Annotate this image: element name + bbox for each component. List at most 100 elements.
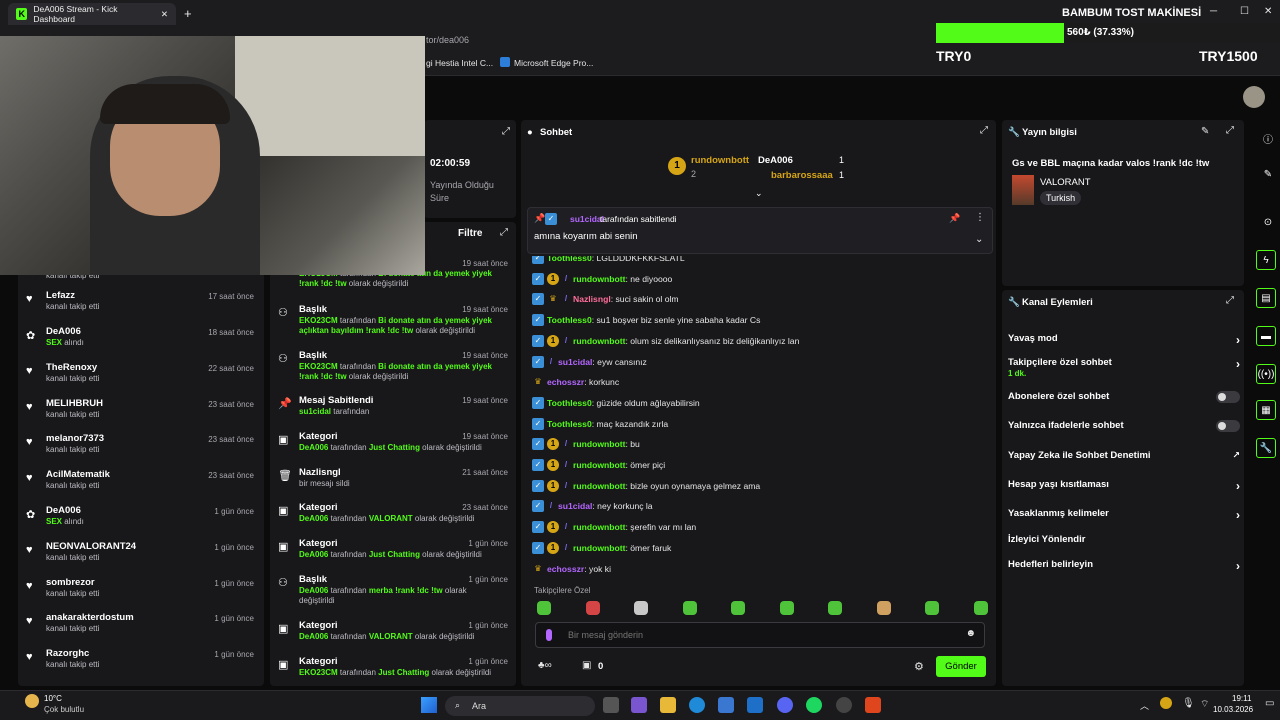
file-explorer-icon[interactable] [660,697,676,713]
follower-name[interactable]: NEONVALORANT24 [46,541,136,552]
notification-icon[interactable]: ▭ [1265,698,1274,709]
expand-icon[interactable]: ⤢ [980,125,988,136]
message-input[interactable] [568,628,948,642]
expand-icon[interactable]: ⤢ [1226,295,1234,306]
activity-user[interactable]: DeA006 [299,514,328,523]
chevron-down-icon[interactable]: ⌄ [975,234,983,245]
avatar[interactable] [1243,86,1265,108]
activity-user[interactable]: su1cidal [299,407,331,416]
mic-icon[interactable]: 🎙 [1182,698,1195,709]
info-icon[interactable]: ⓘ [1258,128,1278,148]
channel-action[interactable]: Yavaş mod › [1008,333,1240,347]
chat-username[interactable]: su1cidal [558,501,592,511]
spotify-icon[interactable] [806,697,822,713]
channel-action[interactable]: İzleyici Yönlendir [1008,534,1240,548]
edit-icon[interactable]: ✎ [1201,126,1209,137]
chat-username[interactable]: rundownbott [573,274,626,284]
follower-name[interactable]: DeA006 [46,505,81,516]
chat-username[interactable]: echosszr [547,377,584,387]
emote-icon[interactable] [925,601,939,615]
follower-name[interactable]: melanor7373 [46,433,104,444]
expand-icon[interactable]: ⤢ [502,126,510,137]
wrench-icon[interactable]: 🔧 [1256,438,1276,458]
follower-name[interactable]: anakarakterdostum [46,612,134,623]
bookmark-item[interactable]: gi Hestia Intel C... [426,58,493,68]
chat-username[interactable]: rundownbott [573,481,626,491]
follower-name[interactable]: sombrezor [46,577,95,588]
follower-name[interactable]: MELIHBRUH [46,398,103,409]
toggle-switch[interactable] [1216,391,1240,403]
brave-icon[interactable] [865,697,881,713]
chevron-right-icon[interactable]: › [1236,508,1240,522]
user-settings-icon[interactable]: ♣∞ [538,660,552,671]
channel-action[interactable]: Takipçilere özel sohbet 1 dk. › [1008,357,1240,378]
maximize-icon[interactable]: ☐ [1240,6,1249,17]
app-icon[interactable] [631,697,647,713]
follower-name[interactable]: DeA006 [46,326,81,337]
browser-tab[interactable]: K DeA006 Stream - Kick Dashboard ✕ [8,3,176,25]
chat-username[interactable]: rundownbott [573,460,626,470]
activity-user[interactable]: EKO23CM [299,316,338,325]
emote-icon[interactable] [973,601,988,615]
emote-icon[interactable] [828,601,842,615]
tray-app-icon[interactable] [1160,697,1172,709]
edit-icon[interactable]: ✎ [1258,164,1278,184]
chat-bubble-icon[interactable]: ▬ [1256,326,1276,346]
gear-icon[interactable]: ⚙ [914,660,924,673]
capture-icon[interactable]: ⊙ [1258,212,1278,232]
document-icon[interactable]: ▤ [1256,288,1276,308]
chat-username[interactable]: rundownbott [573,522,626,532]
follower-name[interactable]: TheRenoxy [46,362,97,373]
chat-input[interactable]: ☻ [535,622,985,648]
category-name[interactable]: VALORANT [1040,177,1091,188]
chat-username[interactable]: Toothless0 [547,315,592,325]
tray-chevron-up-icon[interactable]: ︿ [1140,699,1149,712]
channel-action[interactable]: Yalnızca ifadelerle sohbet [1008,420,1240,434]
follower-name[interactable]: Razorghc [46,648,89,659]
expand-icon[interactable]: ⤢ [1226,125,1234,136]
emote-icon[interactable] [585,601,600,615]
emote-icon[interactable] [779,601,794,615]
activity-user[interactable]: DeA006 [299,550,328,559]
channel-action[interactable]: Hesap yaşı kısıtlaması › [1008,479,1240,493]
chevron-right-icon[interactable]: › [1236,333,1240,347]
chat-username[interactable]: echosszr [547,564,584,574]
chat-username[interactable]: su1cidal [558,357,592,367]
emote-icon[interactable] [634,601,648,615]
new-tab-icon[interactable]: + [184,6,192,21]
leader-name[interactable]: rundownbott [691,155,749,166]
channel-action[interactable]: Yapay Zeka ile Sohbet Denetimi ↗ [1008,450,1240,464]
expand-icon[interactable]: ⤢ [500,227,508,238]
channel-action[interactable]: Abonelere özel sohbet [1008,391,1240,405]
activity-user[interactable]: EKO23CM [299,668,338,677]
leader-name[interactable]: barbarossaaa [771,170,833,181]
activity-user[interactable]: DeA006 [299,586,328,595]
chat-username[interactable]: Toothless0 [547,398,592,408]
chevron-right-icon[interactable]: › [1236,357,1240,371]
discord-icon[interactable] [777,697,793,713]
follower-name[interactable]: AcilMatematik [46,469,110,480]
chevron-right-icon[interactable]: › [1236,479,1240,493]
emote-icon[interactable] [876,601,891,615]
chat-username[interactable]: rundownbott [573,336,626,346]
activity-user[interactable]: DeA006 [299,443,328,452]
chat-username[interactable]: rundownbott [573,439,626,449]
chat-username[interactable]: Toothless0 [547,419,592,429]
pinned-by[interactable]: su1cidal [570,214,604,224]
edge-icon[interactable] [689,697,705,713]
store-icon[interactable] [718,697,734,713]
broadcast-icon[interactable]: ((•)) [1256,364,1276,384]
chat-username[interactable]: rundownbott [573,543,626,553]
mic-icon[interactable] [546,629,552,641]
taskbar-search[interactable]: ⌕ Ara [445,696,595,716]
network-icon[interactable]: ⌔ [1200,698,1209,711]
bookmark-item[interactable]: Microsoft Edge Pro... [514,58,593,68]
steam-icon[interactable] [836,697,852,713]
chevron-down-icon[interactable]: ⌄ [755,188,763,199]
external-link-icon[interactable]: ↗ [1232,450,1240,461]
channel-action[interactable]: Hedefleri belirleyin › [1008,559,1240,573]
unpin-icon[interactable]: 📌 [949,213,960,224]
more-icon[interactable]: ⋮ [975,212,985,223]
filter-button[interactable]: Filtre [458,228,482,239]
emoji-icon[interactable]: ☻ [965,628,976,639]
